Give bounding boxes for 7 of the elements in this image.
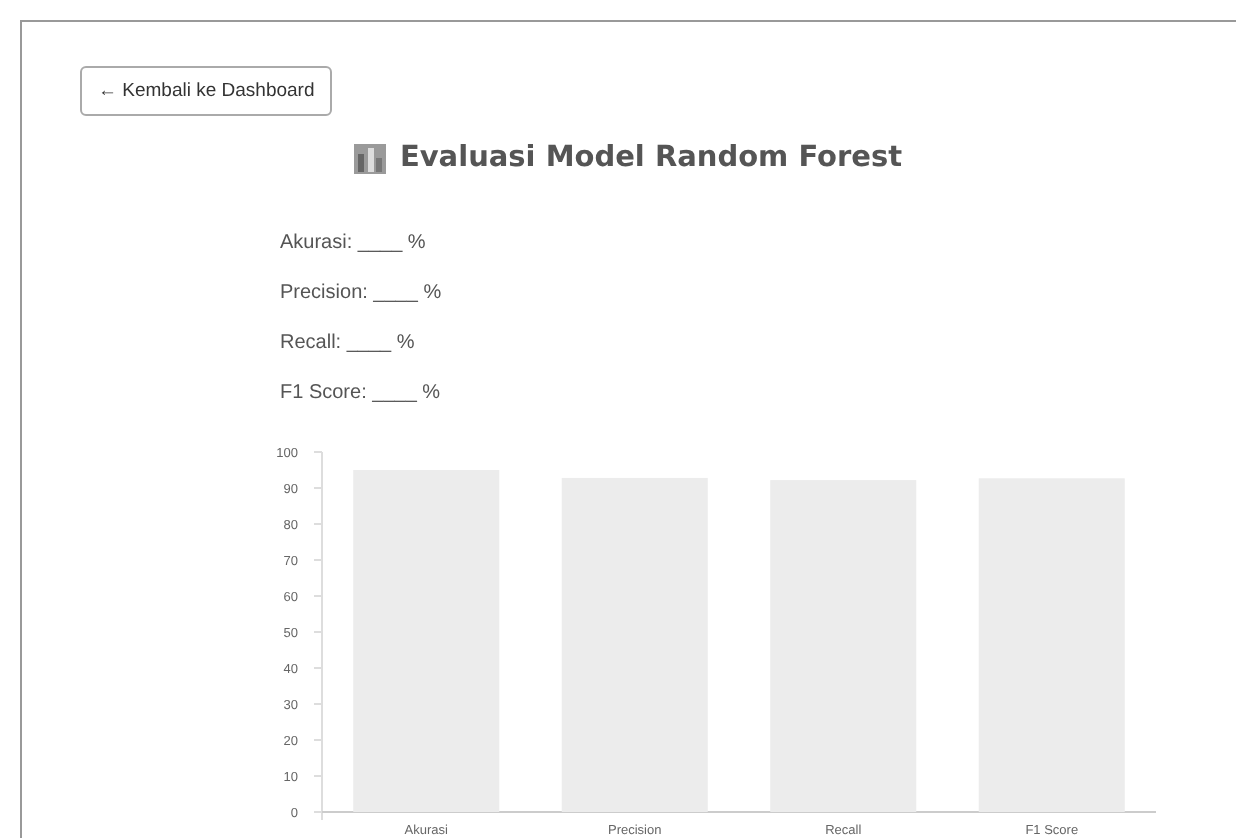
metric-label: F1 Score: ____ %	[280, 380, 441, 408]
bar-chart-icon	[353, 142, 386, 174]
back-button[interactable]: ← Kembali ke Dashboard	[80, 66, 333, 116]
page-title: Evaluasi Model Random Forest	[399, 142, 903, 174]
metric-label: Precision: ____ %	[280, 280, 442, 308]
metric-label: Recall: ____ %	[280, 330, 415, 358]
metric-label: Akurasi: ____ %	[280, 230, 426, 258]
